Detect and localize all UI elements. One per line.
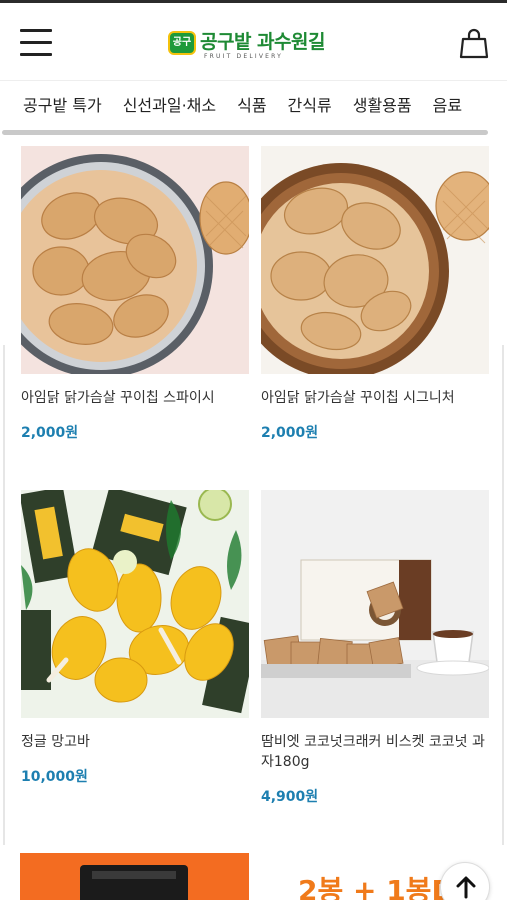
product-image-mango-bar[interactable] (21, 490, 249, 718)
promo-text: 2봉 + 1봉D (298, 874, 455, 900)
logo-subtitle: FRUIT DELIVERY (204, 53, 284, 60)
product-name[interactable]: 정글 망고바 (21, 732, 251, 752)
product-price: 2,000원 (21, 425, 79, 441)
scroll-to-top-button[interactable] (440, 862, 490, 900)
tab-snacks[interactable]: 간식류 (288, 81, 332, 130)
arrow-up-icon (456, 876, 476, 899)
app-header: 공구 공구밭 과수원길 FRUIT DELIVERY (0, 0, 507, 80)
scroll-edge-right (502, 345, 504, 845)
product-image-coconut-cracker[interactable] (261, 490, 489, 718)
hamburger-menu-icon[interactable] (20, 29, 52, 57)
product-price: 2,000원 (261, 425, 319, 441)
product-image-partial[interactable] (20, 853, 249, 900)
product-name[interactable]: 아임닭 닭가슴살 꾸이칩 스파이시 (21, 388, 251, 408)
shopping-bag-icon[interactable] (458, 27, 490, 59)
product-image-chicken-chips-signature[interactable] (261, 146, 489, 374)
product-card[interactable]: 아임닭 닭가슴살 꾸이칩 스파이시 2,000원 (21, 146, 251, 442)
logo-text: 공구밭 과수원길 (200, 31, 325, 53)
tab-beverages[interactable]: 음료 (433, 81, 462, 130)
product-card[interactable]: 정글 망고바 10,000원 (21, 490, 251, 786)
product-card[interactable]: 땀비엣 코코넛크래커 비스켓 코코넛 과자180g 4,900원 (261, 490, 491, 806)
tab-special-deal[interactable]: 공구밭 특가 (23, 81, 102, 130)
product-price: 4,900원 (261, 789, 319, 805)
scroll-edge-left (3, 345, 5, 845)
site-logo[interactable]: 공구 공구밭 과수원길 FRUIT DELIVERY (168, 27, 348, 63)
category-nav: 공구밭 특가 신선과일·채소 식품 간식류 생활용품 음료 (0, 80, 507, 130)
tab-food[interactable]: 식품 (237, 81, 266, 130)
product-name[interactable]: 아임닭 닭가슴살 꾸이칩 시그니처 (261, 388, 491, 408)
category-nav-scrollbar[interactable] (2, 130, 488, 135)
product-card[interactable]: 아임닭 닭가슴살 꾸이칩 시그니처 2,000원 (261, 146, 491, 442)
product-image-chicken-chips-spicy[interactable] (21, 146, 249, 374)
product-name[interactable]: 땀비엣 코코넛크래커 비스켓 코코넛 과자180g (261, 732, 491, 772)
logo-badge: 공구 (168, 31, 196, 55)
tab-fresh-produce[interactable]: 신선과일·채소 (123, 81, 216, 130)
tab-household[interactable]: 생활용품 (353, 81, 412, 130)
product-price: 10,000원 (21, 769, 88, 785)
